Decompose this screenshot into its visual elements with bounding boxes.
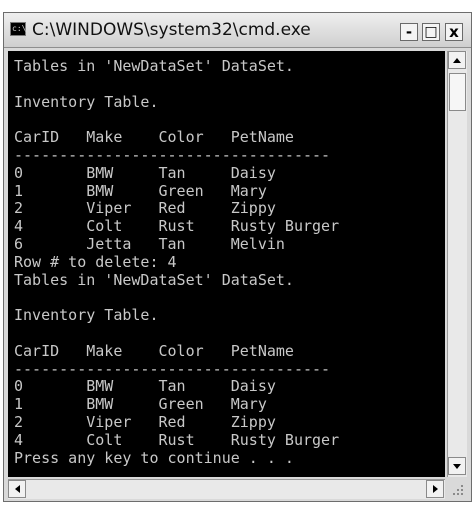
console-line: Inventory Table. [14,306,159,325]
scroll-down-icon [453,463,461,469]
console-line: 1 BMW Green Mary [14,181,267,200]
scroll-right-icon [432,485,438,493]
console-line: 0 BMW Tan Daisy [14,163,276,182]
close-icon: x [449,22,459,41]
scroll-right-button[interactable] [426,480,444,498]
console-line: 4 Colt Rust Rusty Burger [14,217,340,236]
console-line: 2 Viper Red Zippy [14,413,276,431]
vertical-scroll-thumb[interactable] [449,73,466,111]
scroll-left-button[interactable] [8,480,26,498]
console-line: 4 Colt Rust Rusty Burger [14,430,340,449]
scroll-left-icon [14,485,20,493]
console-line: 2 Viper Red Zippy [14,199,276,218]
title-bar[interactable]: c:\ C:\WINDOWS\system32\cmd.exe - □ x [4,13,471,48]
close-button[interactable]: x [445,23,463,41]
scroll-up-icon [453,57,461,63]
minimize-button[interactable]: - [400,23,418,41]
scroll-down-button[interactable] [448,457,466,475]
vertical-scrollbar[interactable] [447,51,467,477]
cmd-window: c:\ C:\WINDOWS\system32\cmd.exe - □ x Ta… [3,12,472,502]
window-title: C:\WINDOWS\system32\cmd.exe [32,20,311,40]
console-line: Tables in 'NewDataSet' DataSet. [14,270,294,289]
console-line: 1 BMW Green Mary [14,395,267,414]
console-output[interactable]: Tables in 'NewDataSet' DataSet. Inventory… [8,51,445,477]
minimize-icon: - [405,22,413,41]
cmd-app-icon[interactable]: c:\ [10,22,26,36]
console-line: Tables in 'NewDataSet' DataSet. [14,57,294,75]
console-line: 0 BMW Tan Daisy [14,377,276,396]
console-line: CarID Make Color PetName [14,128,294,147]
console-line: Press any key to continue . . . [14,448,294,467]
console-line: Inventory Table. [14,92,159,111]
console-line: ----------------------------------- [14,146,331,164]
console-line: 6 Jetta Tan Melvin [14,235,285,253]
maximize-icon: □ [424,24,438,40]
horizontal-scrollbar[interactable] [8,479,445,499]
console-line: Row # to delete: 4 [14,252,177,271]
scroll-up-button[interactable] [448,51,466,69]
console-line: ----------------------------------- [14,359,331,378]
resize-grip-icon[interactable] [447,479,467,499]
console-line: CarID Make Color PetName [14,341,294,360]
maximize-button[interactable]: □ [422,23,440,41]
